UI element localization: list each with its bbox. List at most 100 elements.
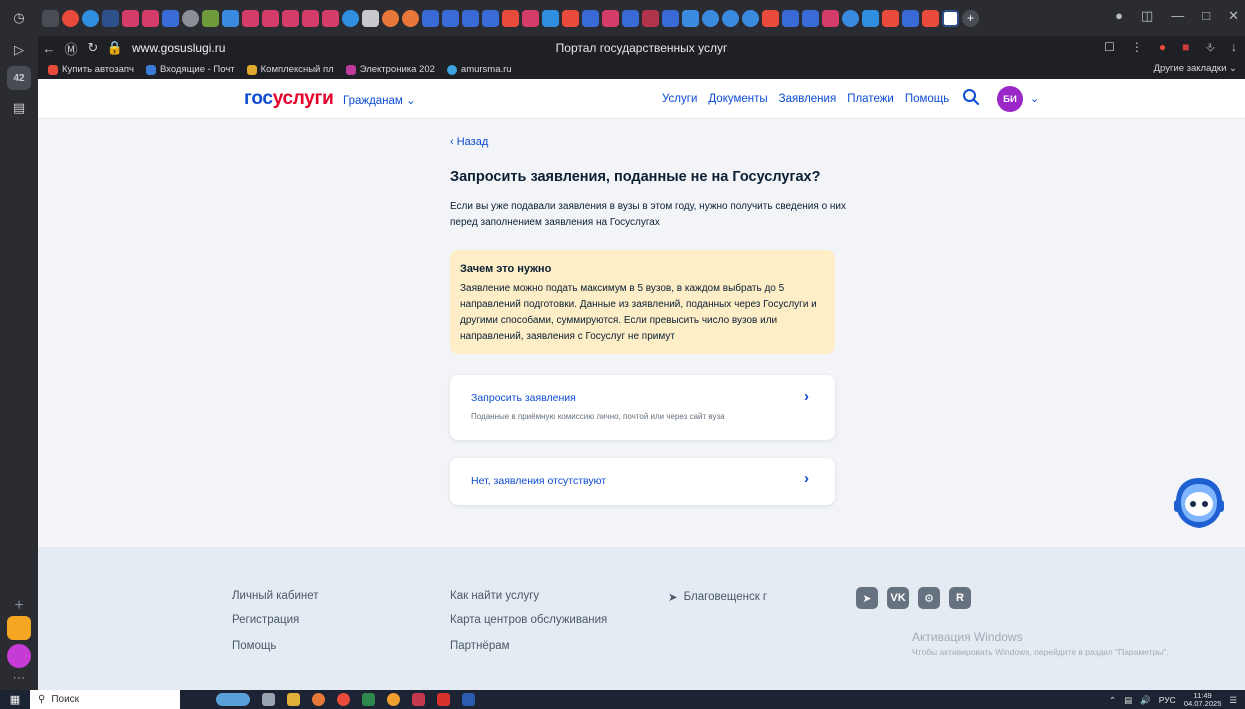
app-icon[interactable] — [412, 693, 425, 706]
yandex-icon[interactable]: Ⓜ — [60, 39, 82, 58]
menu-icon[interactable]: ⋮ — [1131, 40, 1143, 55]
tab-favicon[interactable] — [842, 9, 859, 27]
persona-selector[interactable]: Гражданам ⌄ — [343, 93, 416, 107]
tab-favicon[interactable] — [582, 9, 599, 27]
minimize-icon[interactable]: — — [1171, 8, 1184, 24]
tab-favicon[interactable] — [602, 9, 619, 27]
task-view-icon[interactable] — [262, 693, 275, 706]
play-icon[interactable]: ▷ — [7, 38, 31, 62]
notifications-icon[interactable]: ☰ — [1229, 695, 1237, 706]
vk-icon[interactable]: VK — [887, 587, 909, 609]
gosuslugi-logo[interactable]: госуслуги — [244, 88, 334, 110]
collections-icon[interactable]: ▤ — [7, 96, 31, 120]
volume-icon[interactable]: 🔊 — [1140, 695, 1151, 706]
back-link[interactable]: ‹ Назад — [450, 136, 488, 148]
telegram-icon[interactable]: ➤ — [856, 587, 878, 609]
request-applications-option[interactable]: Запросить заявления Поданные в приёмную … — [450, 375, 835, 440]
tab-favicon[interactable] — [282, 9, 299, 27]
search-icon[interactable] — [962, 88, 980, 106]
taskbar-search[interactable]: ⚲ Поиск — [30, 690, 180, 709]
tab-favicon[interactable] — [402, 9, 419, 27]
tab-favicon[interactable] — [802, 9, 819, 27]
word-icon[interactable] — [462, 693, 475, 706]
tab-favicon[interactable] — [202, 9, 219, 27]
nav-item-applications[interactable]: Заявления — [779, 93, 837, 105]
active-tab-favicon[interactable] — [942, 9, 959, 27]
windows-start-icon[interactable]: ▦ — [0, 693, 30, 706]
tab-favicon[interactable] — [102, 9, 119, 27]
location-selector[interactable]: ➤ Благовещенск г — [668, 590, 767, 604]
chevron-down-icon[interactable]: ⌄ — [1030, 92, 1039, 105]
excel-icon[interactable] — [362, 693, 375, 706]
bookmark-item[interactable]: Входящие - Почт — [145, 64, 235, 75]
extension-icon[interactable]: ● — [1159, 40, 1166, 55]
nav-item-help[interactable]: Помощь — [905, 93, 949, 105]
tab-favicon[interactable] — [482, 9, 499, 27]
flag-icon[interactable]: ■ — [1182, 40, 1189, 55]
new-tab-icon[interactable]: + — [962, 9, 979, 27]
tab-favicon[interactable] — [242, 9, 259, 27]
tab-favicon[interactable] — [82, 9, 99, 27]
language-indicator[interactable]: РУС — [1159, 695, 1176, 705]
tab-favicon[interactable] — [702, 9, 719, 27]
tab-favicon[interactable] — [222, 9, 239, 27]
add-panel-icon[interactable]: + — [7, 594, 31, 618]
tab-favicon[interactable] — [742, 9, 759, 27]
tab-favicon[interactable] — [462, 9, 479, 27]
file-explorer-icon[interactable] — [287, 693, 300, 706]
tab-favicon[interactable] — [502, 9, 519, 27]
nav-item-documents[interactable]: Документы — [708, 93, 767, 105]
tab-favicon[interactable] — [162, 9, 179, 27]
tabs-count-badge[interactable]: 42 — [7, 66, 31, 90]
tab-favicon[interactable] — [142, 9, 159, 27]
url-field[interactable]: www.gosuslugi.ru — [132, 41, 225, 55]
bookmark-item[interactable]: Электроника 202 — [345, 64, 435, 75]
tab-favicon[interactable] — [622, 9, 639, 27]
tab-favicon[interactable] — [562, 9, 579, 27]
footer-link-partners[interactable]: Партнёрам — [450, 640, 510, 652]
footer-link-find-service[interactable]: Как найти услугу — [450, 590, 539, 602]
avatar[interactable]: БИ — [997, 86, 1023, 112]
other-bookmarks[interactable]: Другие закладки ⌄ — [1154, 63, 1237, 74]
robot-assistant-icon[interactable] — [1172, 476, 1226, 532]
footer-link-service-centers[interactable]: Карта центров обслуживания — [450, 614, 607, 626]
tab-favicon[interactable] — [342, 9, 359, 27]
tab-favicon[interactable] — [362, 9, 379, 27]
tab-favicon[interactable] — [522, 9, 539, 27]
tab-group-icon[interactable] — [42, 9, 59, 27]
tab-favicon[interactable] — [122, 9, 139, 27]
mail-app-icon[interactable] — [7, 616, 31, 640]
rutube-icon[interactable]: R — [949, 587, 971, 609]
tab-favicon[interactable] — [862, 9, 879, 27]
tab-favicon[interactable] — [262, 9, 279, 27]
translate-icon[interactable]: ⎀ — [1205, 40, 1215, 55]
profile-icon[interactable]: ● — [1115, 8, 1123, 24]
tab-favicon[interactable] — [382, 9, 399, 27]
tab-favicon[interactable] — [782, 9, 799, 27]
clock[interactable]: 11:49 04.07.2025 — [1184, 692, 1222, 708]
alice-icon[interactable] — [7, 644, 31, 668]
bookmark-icon[interactable]: ☐ — [1104, 40, 1115, 55]
tab-favicon[interactable] — [422, 9, 439, 27]
nav-item-payments[interactable]: Платежи — [847, 93, 894, 105]
chrome-icon[interactable] — [312, 693, 325, 706]
weather-widget-icon[interactable] — [216, 693, 250, 706]
download-icon[interactable]: ↓ — [1231, 40, 1237, 55]
tab-favicon[interactable] — [542, 9, 559, 27]
tab-favicon[interactable] — [882, 9, 899, 27]
tab-favicon[interactable] — [762, 9, 779, 27]
acrobat-icon[interactable] — [437, 693, 450, 706]
tab-favicon[interactable] — [182, 9, 199, 27]
collections-icon[interactable]: ◫ — [1141, 8, 1153, 24]
reload-icon[interactable]: ↻ — [82, 40, 104, 56]
odnoklassniki-icon[interactable]: ⚙ — [918, 587, 940, 609]
tab-favicon[interactable] — [642, 9, 659, 27]
more-icon[interactable]: ⋯ — [7, 666, 31, 690]
footer-link-account[interactable]: Личный кабинет — [232, 590, 319, 602]
tab-favicon[interactable] — [682, 9, 699, 27]
bookmark-item[interactable]: Купить автозапч — [48, 64, 134, 75]
tab-favicon[interactable] — [62, 9, 79, 27]
tab-favicon[interactable] — [922, 9, 939, 27]
no-applications-option[interactable]: Нет, заявления отсутствуют › — [450, 458, 835, 505]
yandex-browser-icon[interactable] — [337, 693, 350, 706]
